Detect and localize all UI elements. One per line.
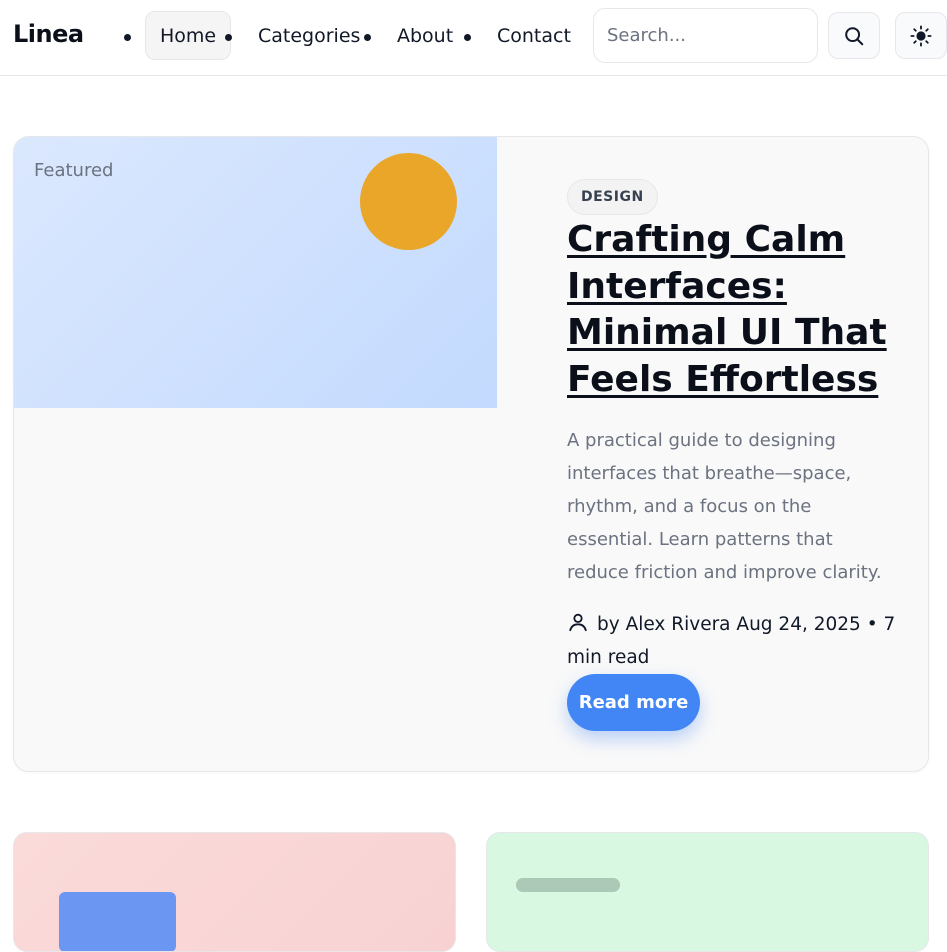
search-button[interactable]: [828, 12, 880, 59]
post-title[interactable]: Crafting Calm Interfaces: Minimal UI Tha…: [567, 217, 907, 403]
nav-item-about[interactable]: About: [383, 11, 467, 60]
nav-bullet: [364, 34, 371, 41]
nav-bullet: [124, 34, 131, 41]
search-icon: [845, 26, 864, 45]
post-date: Aug 24, 2025: [736, 614, 861, 635]
post-excerpt: A practical guide to designing interface…: [567, 430, 882, 583]
search-input[interactable]: [593, 8, 818, 63]
nav-item-categories[interactable]: Categories: [244, 11, 374, 60]
sun-icon: [910, 24, 932, 47]
nav-item-contact[interactable]: Contact: [483, 11, 585, 60]
nav-item-home[interactable]: Home: [145, 11, 232, 60]
post-author: by Alex Rivera: [597, 614, 731, 635]
post-card[interactable]: [13, 832, 456, 952]
nav-bullet: [464, 34, 471, 41]
category-tag[interactable]: DESIGN: [567, 179, 658, 215]
post-meta: by Alex Rivera Aug 24, 2025 • 7 min read: [567, 608, 897, 674]
nav-bullet: [225, 34, 232, 41]
site-logo[interactable]: Linea: [13, 20, 84, 48]
meta-separator: •: [866, 614, 878, 635]
card-illustration: [516, 878, 620, 892]
card-illustration: [59, 892, 176, 951]
sun-illustration: [360, 153, 457, 250]
featured-label: Featured: [34, 160, 114, 181]
site-header: Linea Home Categories About Contact: [0, 0, 947, 76]
read-more-button[interactable]: Read more: [567, 674, 700, 731]
featured-image[interactable]: Featured: [14, 137, 497, 408]
post-card[interactable]: [486, 832, 929, 952]
featured-post-card: Featured DESIGN Crafting Calm Interfaces…: [13, 136, 929, 772]
user-icon: [569, 613, 587, 632]
theme-toggle-button[interactable]: [895, 12, 947, 59]
